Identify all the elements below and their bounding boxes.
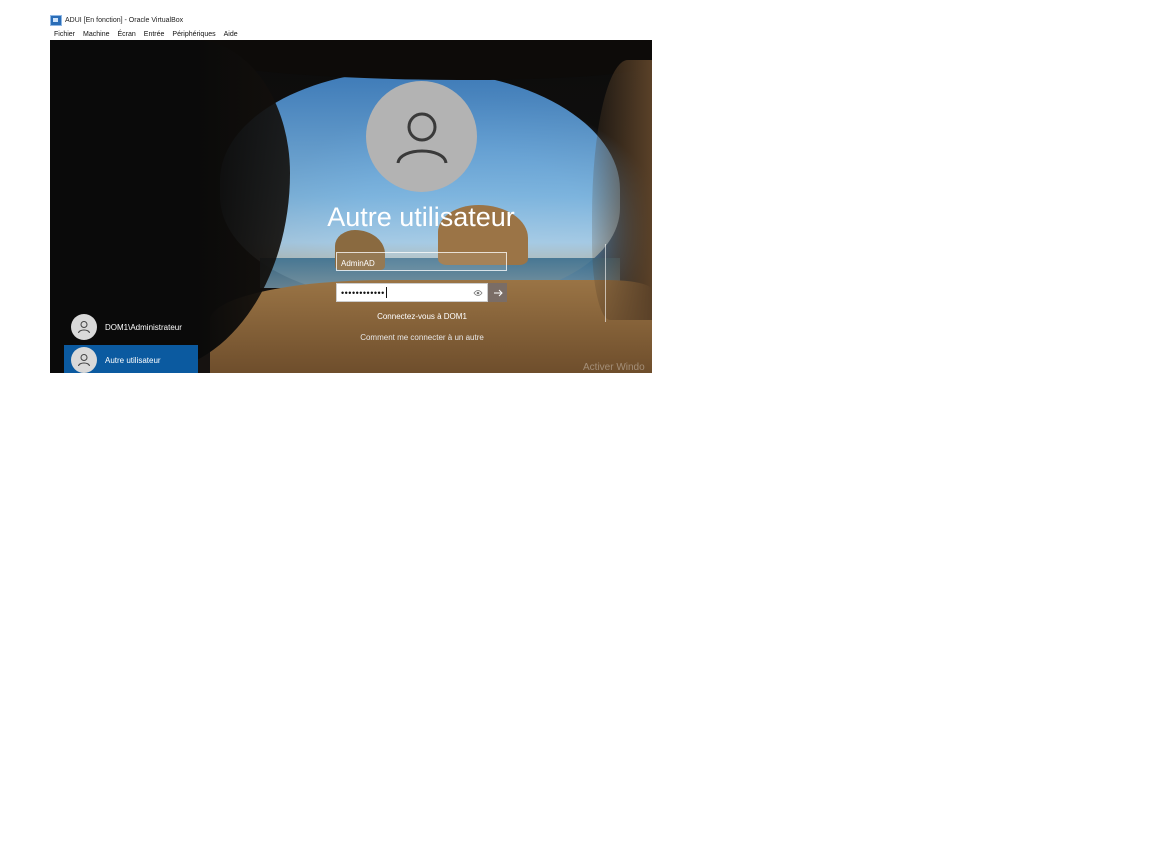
eye-icon[interactable] xyxy=(473,287,483,299)
user-item-autre-utilisateur[interactable]: Autre utilisateur xyxy=(64,345,198,373)
avatar xyxy=(71,347,97,373)
virtualbox-icon xyxy=(50,14,62,26)
user-list: DOM1\Administrateur Autre utilisateur xyxy=(64,312,198,373)
how-to-sign-in-link[interactable]: Comment me connecter à un autre xyxy=(322,333,522,342)
text-caret xyxy=(385,287,387,298)
menu-aide[interactable]: Aide xyxy=(220,31,242,38)
user-icon xyxy=(396,112,447,164)
password-row: •••••••••••• xyxy=(336,283,507,302)
sign-in-domain-text: Connectez-vous à DOM1 xyxy=(377,312,467,321)
avatar xyxy=(71,314,97,340)
background-cave xyxy=(200,40,652,80)
user-icon xyxy=(78,321,90,334)
user-icon xyxy=(78,354,90,367)
divider xyxy=(605,244,606,322)
password-mask: •••••••••••• xyxy=(341,287,385,298)
vm-screen[interactable]: Autre utilisateur •••••••••••• Connectez… xyxy=(50,40,652,373)
activation-watermark: Activer Windo xyxy=(583,362,645,373)
window-titlebar: ADUI [En fonction] - Oracle VirtualBox xyxy=(50,13,183,27)
user-name: DOM1\Administrateur xyxy=(105,322,182,332)
menu-entree[interactable]: Entrée xyxy=(140,31,169,38)
menu-ecran[interactable]: Écran xyxy=(113,31,139,38)
login-title: Autre utilisateur xyxy=(327,202,515,232)
submit-button[interactable] xyxy=(488,283,507,302)
background-cave xyxy=(592,60,652,320)
window-title: ADUI [En fonction] - Oracle VirtualBox xyxy=(65,16,184,24)
user-item-administrateur[interactable]: DOM1\Administrateur xyxy=(64,312,198,342)
menu-peripheriques[interactable]: Périphériques xyxy=(168,31,219,38)
menu-fichier[interactable]: Fichier xyxy=(50,31,79,38)
menu-machine[interactable]: Machine xyxy=(79,31,113,38)
menubar: Fichier Machine Écran Entrée Périphériqu… xyxy=(50,28,242,40)
user-name: Autre utilisateur xyxy=(105,355,161,365)
user-avatar xyxy=(366,81,477,192)
password-field[interactable]: •••••••••••• xyxy=(336,283,488,302)
username-input[interactable] xyxy=(337,255,506,272)
username-field[interactable] xyxy=(336,252,507,272)
arrow-right-icon xyxy=(493,289,503,296)
